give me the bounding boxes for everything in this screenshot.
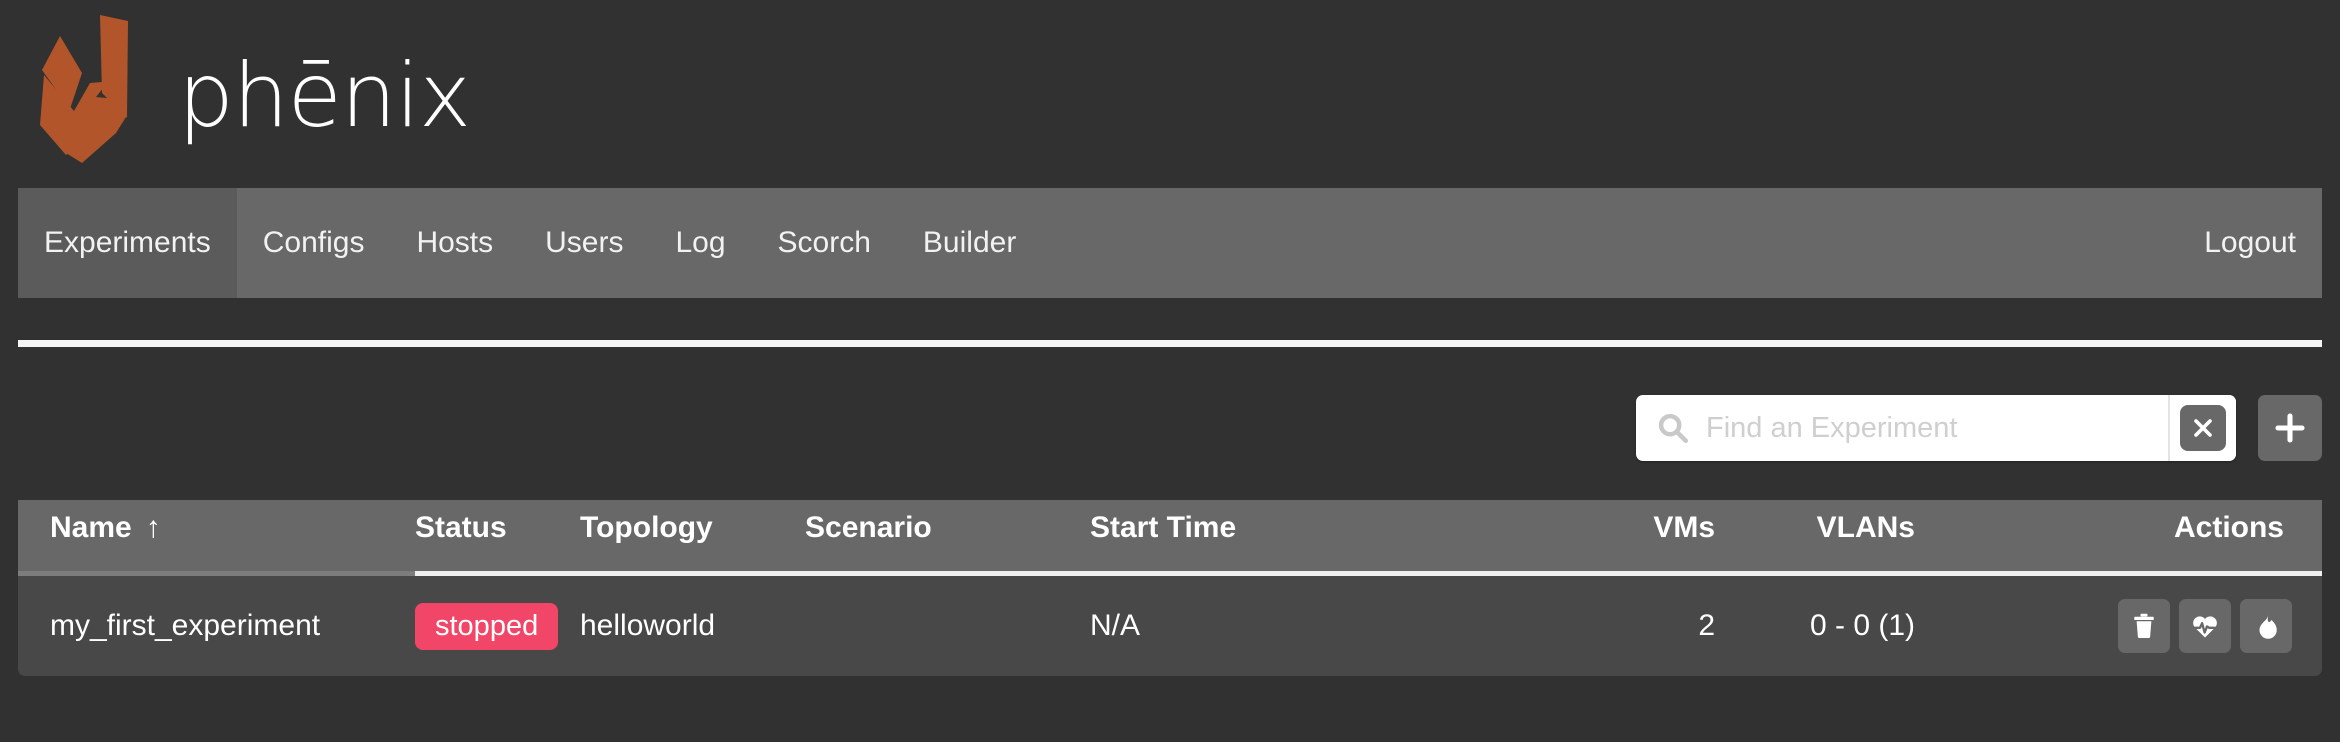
column-header-label: VLANs <box>1816 510 1915 544</box>
nav-item-label: Users <box>545 226 624 259</box>
heartbeat-icon <box>2191 616 2219 638</box>
column-header-start-time[interactable]: Start Time <box>1090 500 1495 576</box>
nav-item-label: Log <box>675 226 726 259</box>
plus-icon <box>2275 413 2305 443</box>
experiments-table: Name ↑ Status Topology Scenario Start Ti… <box>18 500 2322 676</box>
add-experiment-button[interactable] <box>2258 395 2322 461</box>
experiment-status-button[interactable] <box>2179 599 2231 653</box>
vlans-value: 0 - 0 (1) <box>1809 609 1915 642</box>
column-header-label: Actions <box>2173 510 2284 544</box>
nav-item-log[interactable]: Log <box>649 188 751 298</box>
experiments-toolbar <box>18 392 2322 464</box>
nav-item-configs[interactable]: Configs <box>237 188 391 298</box>
vms-count: 2 <box>1698 609 1715 642</box>
cell-status: stopped <box>415 576 580 676</box>
column-header-topology[interactable]: Topology <box>580 500 805 576</box>
cell-topology: helloworld <box>580 576 805 676</box>
cell-actions <box>1915 576 2322 676</box>
main-navigation: Experiments Configs Hosts Users Log Scor… <box>18 188 2322 298</box>
column-header-label: VMs <box>1653 510 1715 544</box>
column-header-label: Scenario <box>805 510 932 544</box>
column-header-label: Status <box>415 510 507 544</box>
column-header-label: Topology <box>580 510 713 544</box>
search-field <box>1636 395 2170 461</box>
table-header-row: Name ↑ Status Topology Scenario Start Ti… <box>18 500 2322 576</box>
flame-icon <box>2259 613 2277 639</box>
nav-item-label: Builder <box>922 226 1017 259</box>
search-icon <box>1656 411 1690 445</box>
cell-scenario <box>805 576 1090 676</box>
cell-vlans: 0 - 0 (1) <box>1715 576 1915 676</box>
cell-start-time: N/A <box>1090 576 1495 676</box>
column-header-vms[interactable]: VMs <box>1495 500 1715 576</box>
header-divider <box>18 340 2322 347</box>
nav-item-scorch[interactable]: Scorch <box>752 188 897 298</box>
cell-name[interactable]: my_first_experiment <box>18 576 415 676</box>
phoenix-bird-logo-icon <box>30 13 160 173</box>
delete-experiment-button[interactable] <box>2118 599 2170 653</box>
table-row[interactable]: my_first_experiment stopped helloworld N… <box>18 576 2322 676</box>
nav-item-builder[interactable]: Builder <box>897 188 1042 298</box>
cell-vms: 2 <box>1495 576 1715 676</box>
brand-logo[interactable]: phēnix <box>30 0 471 185</box>
table-body: my_first_experiment stopped helloworld N… <box>18 576 2322 676</box>
search-clear-button[interactable] <box>2180 405 2226 451</box>
masthead: phēnix <box>0 0 2340 185</box>
status-badge: stopped <box>415 602 559 650</box>
nav-item-experiments[interactable]: Experiments <box>18 188 237 298</box>
experiment-name: my_first_experiment <box>50 609 321 642</box>
search-input[interactable] <box>1704 410 2168 446</box>
column-header-scenario[interactable]: Scenario <box>805 500 1090 576</box>
nav-item-users[interactable]: Users <box>519 188 649 298</box>
column-header-label: Start Time <box>1090 510 1237 544</box>
nav-item-label: Configs <box>262 226 365 259</box>
nav-item-logout[interactable]: Logout <box>2178 188 2322 298</box>
nav-item-label: Hosts <box>416 226 494 259</box>
search-box <box>1636 395 2236 461</box>
start-experiment-button[interactable] <box>2240 599 2292 653</box>
search-clear-cell <box>2170 395 2236 461</box>
column-header-vlans[interactable]: VLANs <box>1715 500 1915 576</box>
column-header-name[interactable]: Name ↑ <box>18 500 415 576</box>
nav-item-hosts[interactable]: Hosts <box>390 188 519 298</box>
nav-item-label: Experiments <box>44 226 211 259</box>
nav-item-label: Scorch <box>777 226 871 259</box>
nav-item-label: Logout <box>2204 226 2296 259</box>
start-time-value: N/A <box>1090 609 1141 642</box>
trash-icon <box>2134 613 2154 638</box>
topology-value: helloworld <box>580 609 716 642</box>
brand-name: phēnix <box>178 43 471 147</box>
row-actions <box>2118 599 2292 653</box>
column-header-status[interactable]: Status <box>415 500 580 576</box>
column-header-label: Name <box>50 510 132 544</box>
column-header-actions: Actions <box>1915 500 2322 576</box>
sort-ascending-icon: ↑ <box>145 510 161 544</box>
close-x-icon <box>2194 419 2212 437</box>
